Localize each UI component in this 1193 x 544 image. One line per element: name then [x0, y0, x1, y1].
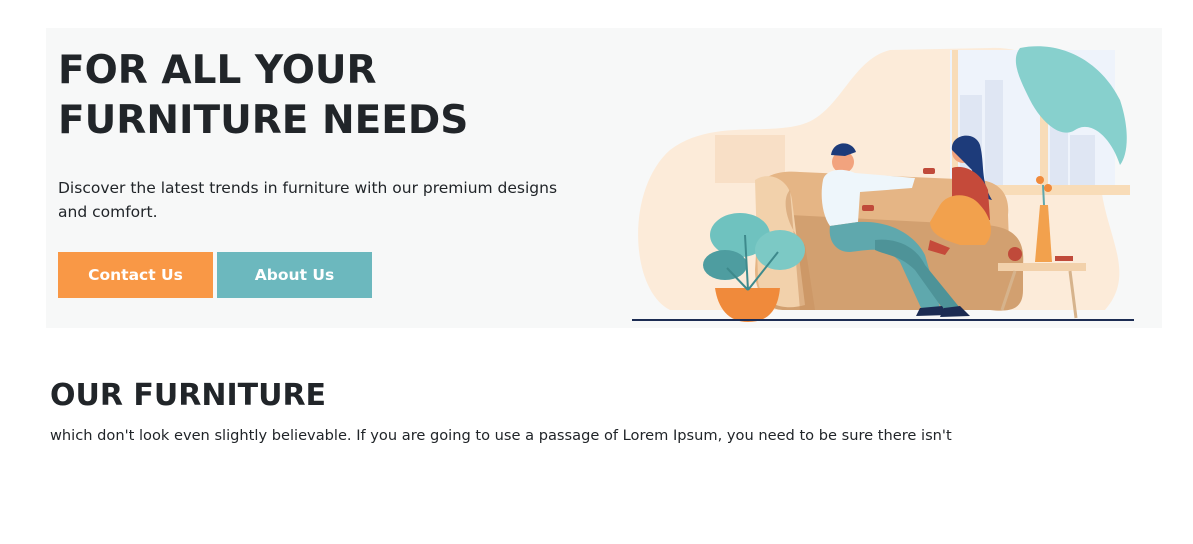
hero-title: FOR ALL YOUR FURNITURE NEEDS — [58, 46, 478, 146]
hero-title-line-1: FOR ALL YOUR — [58, 48, 377, 93]
hero-title-line-2: FURNITURE NEEDS — [58, 98, 469, 143]
our-furniture-title: OUR FURNITURE — [50, 378, 327, 413]
hero-description: Discover the latest trends in furniture … — [58, 179, 558, 221]
about-us-button[interactable]: About Us — [217, 252, 372, 298]
clipped-heading-fragment — [60, 0, 160, 2]
contact-us-button[interactable]: Contact Us — [58, 252, 213, 298]
hero-section: FOR ALL YOUR FURNITURE NEEDS Discover th… — [46, 28, 1162, 328]
couple-on-sofa-illustration — [632, 46, 1134, 322]
our-furniture-text: which don't look even slightly believabl… — [50, 427, 952, 444]
